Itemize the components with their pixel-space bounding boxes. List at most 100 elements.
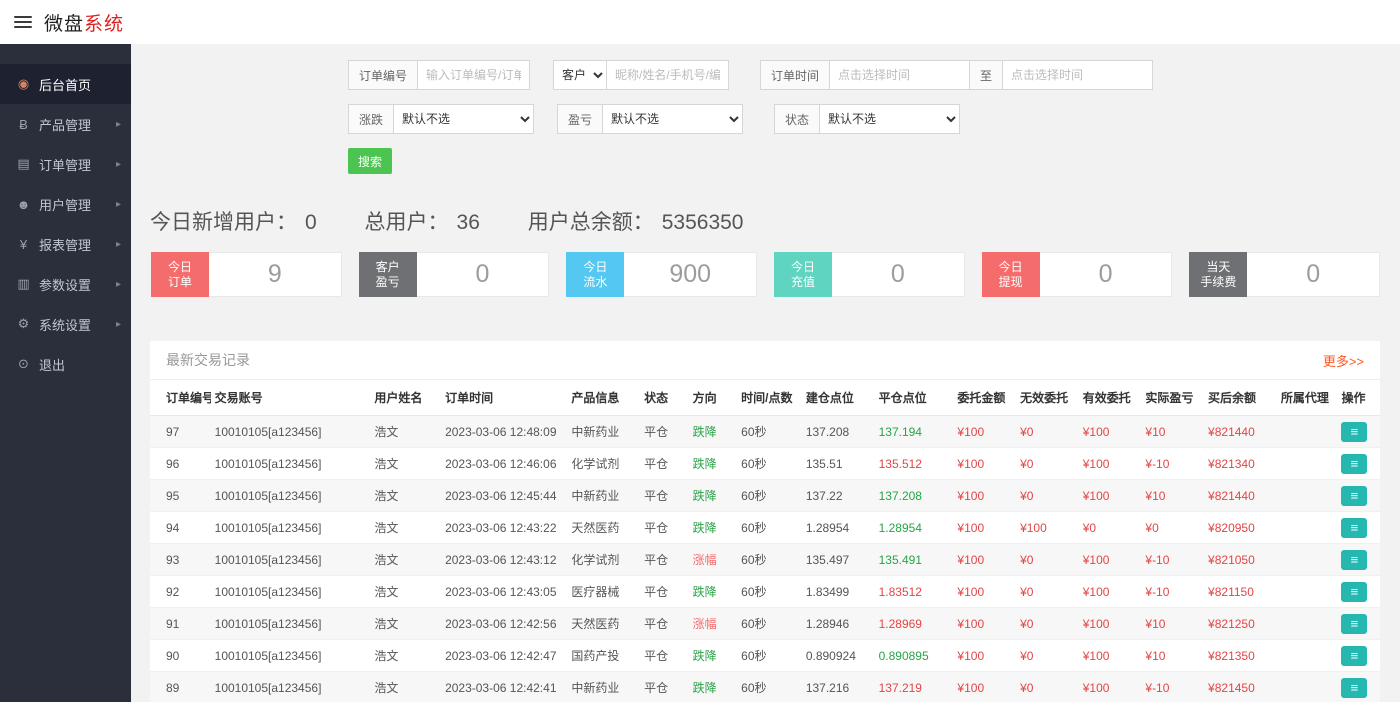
cell-valid-amount: ¥100 bbox=[1079, 608, 1142, 640]
cell-action: ≡ bbox=[1337, 448, 1380, 480]
sidebar-item-home[interactable]: ◉后台首页 bbox=[0, 64, 131, 104]
total-users-stat: 总用户：36 bbox=[365, 211, 480, 234]
cell-product: 医疗器械 bbox=[567, 576, 640, 608]
table-body: 9710010105[a123456]浩文2023-03-06 12:48:09… bbox=[150, 416, 1380, 702]
brand-text-red: 系统 bbox=[84, 14, 124, 35]
row-detail-button[interactable]: ≡ bbox=[1341, 422, 1367, 442]
cell-order-time: 2023-03-06 12:42:41 bbox=[441, 672, 567, 702]
cell-profit: ¥10 bbox=[1141, 480, 1204, 512]
row-detail-button[interactable]: ≡ bbox=[1341, 582, 1367, 602]
cell-user-name: 浩文 bbox=[370, 544, 441, 576]
cell-status: 平仓 bbox=[640, 576, 689, 608]
customer-input[interactable] bbox=[607, 60, 729, 90]
order-no-input[interactable] bbox=[418, 60, 530, 90]
row-detail-button[interactable]: ≡ bbox=[1341, 614, 1367, 634]
sidebar: ◉后台首页Ƀ产品管理▸▤订单管理▸☻用户管理▸¥报表管理▸▥参数设置▸⚙系统设置… bbox=[0, 44, 131, 702]
cell-agent bbox=[1277, 480, 1338, 512]
new-users-label: 今日新增用户： bbox=[150, 211, 297, 234]
cell-close-price: 1.83512 bbox=[875, 576, 954, 608]
table-header-row: 订单编号交易账号用户姓名订单时间产品信息状态方向时间/点数建仓点位平仓点位委托金… bbox=[150, 380, 1380, 416]
search-button[interactable]: 搜索 bbox=[348, 148, 392, 174]
stat-card-label: 今日提现 bbox=[982, 252, 1040, 297]
cell-agent bbox=[1277, 544, 1338, 576]
cell-open-price: 135.51 bbox=[802, 448, 875, 480]
row-detail-button[interactable]: ≡ bbox=[1341, 486, 1367, 506]
order-time-filter: 订单时间 至 bbox=[760, 60, 1153, 90]
cell-open-price: 137.208 bbox=[802, 416, 875, 448]
cell-amount: ¥100 bbox=[953, 576, 1016, 608]
cell-direction: 跌降 bbox=[689, 416, 738, 448]
sidebar-item-label: 订单管理 bbox=[39, 155, 116, 174]
cell-valid-amount: ¥100 bbox=[1079, 480, 1142, 512]
new-users-value: 0 bbox=[305, 211, 317, 234]
cell-action: ≡ bbox=[1337, 512, 1380, 544]
cell-user-name: 浩文 bbox=[370, 640, 441, 672]
chevron-right-icon: ▸ bbox=[116, 199, 121, 210]
time-from-input[interactable] bbox=[830, 60, 970, 90]
cell-close-price: 135.491 bbox=[875, 544, 954, 576]
row-detail-button[interactable]: ≡ bbox=[1341, 550, 1367, 570]
cell-product: 天然医药 bbox=[567, 512, 640, 544]
cell-profit: ¥-10 bbox=[1141, 544, 1204, 576]
updown-select[interactable]: 默认不选 bbox=[394, 104, 534, 134]
cell-profit: ¥10 bbox=[1141, 608, 1204, 640]
row-detail-button[interactable]: ≡ bbox=[1341, 678, 1367, 698]
cell-invalid-amount: ¥0 bbox=[1016, 448, 1079, 480]
sidebar-item-product[interactable]: Ƀ产品管理▸ bbox=[0, 104, 131, 144]
sidebar-item-settings[interactable]: ⚙系统设置▸ bbox=[0, 304, 131, 344]
cell-account: 10010105[a123456] bbox=[211, 576, 371, 608]
cell-duration: 60秒 bbox=[737, 480, 802, 512]
sidebar-item-label: 参数设置 bbox=[39, 275, 116, 294]
customer-type-select[interactable]: 客户 bbox=[553, 60, 607, 90]
hamburger-menu-icon[interactable] bbox=[14, 16, 32, 28]
cell-valid-amount: ¥100 bbox=[1079, 448, 1142, 480]
cell-action: ≡ bbox=[1337, 544, 1380, 576]
cell-amount: ¥100 bbox=[953, 544, 1016, 576]
time-to-input[interactable] bbox=[1003, 60, 1153, 90]
sidebar-item-order[interactable]: ▤订单管理▸ bbox=[0, 144, 131, 184]
cell-user-name: 浩文 bbox=[370, 416, 441, 448]
sidebar-item-report[interactable]: ¥报表管理▸ bbox=[0, 224, 131, 264]
user-icon: ☻ bbox=[15, 197, 32, 212]
status-select[interactable]: 默认不选 bbox=[820, 104, 960, 134]
cell-open-price: 135.497 bbox=[802, 544, 875, 576]
cell-direction: 跌降 bbox=[689, 672, 738, 702]
cell-order-id: 89 bbox=[150, 672, 211, 702]
row-detail-button[interactable]: ≡ bbox=[1341, 518, 1367, 538]
cell-order-time: 2023-03-06 12:42:47 bbox=[441, 640, 567, 672]
cell-close-price: 137.219 bbox=[875, 672, 954, 702]
profit-select[interactable]: 默认不选 bbox=[603, 104, 743, 134]
cell-user-name: 浩文 bbox=[370, 448, 441, 480]
sidebar-item-logout[interactable]: ⊙退出 bbox=[0, 344, 131, 384]
stat-card-value: 0 bbox=[417, 252, 550, 297]
cell-order-id: 94 bbox=[150, 512, 211, 544]
profit-label: 盈亏 bbox=[557, 104, 603, 134]
cell-amount: ¥100 bbox=[953, 608, 1016, 640]
cell-invalid-amount: ¥0 bbox=[1016, 608, 1079, 640]
cell-status: 平仓 bbox=[640, 512, 689, 544]
row-detail-button[interactable]: ≡ bbox=[1341, 646, 1367, 666]
cell-product: 中新药业 bbox=[567, 672, 640, 702]
chevron-right-icon: ▸ bbox=[116, 279, 121, 290]
cell-account: 10010105[a123456] bbox=[211, 640, 371, 672]
topbar: 微盘系统 bbox=[0, 0, 1400, 44]
sidebar-item-user[interactable]: ☻用户管理▸ bbox=[0, 184, 131, 224]
stat-card-value: 0 bbox=[1247, 252, 1380, 297]
cell-invalid-amount: ¥100 bbox=[1016, 512, 1079, 544]
cell-open-price: 1.83499 bbox=[802, 576, 875, 608]
cell-profit: ¥-10 bbox=[1141, 448, 1204, 480]
cell-account: 10010105[a123456] bbox=[211, 672, 371, 702]
cell-action: ≡ bbox=[1337, 608, 1380, 640]
cell-user-name: 浩文 bbox=[370, 480, 441, 512]
cell-duration: 60秒 bbox=[737, 448, 802, 480]
cell-account: 10010105[a123456] bbox=[211, 480, 371, 512]
cell-order-id: 91 bbox=[150, 608, 211, 640]
cell-agent bbox=[1277, 448, 1338, 480]
more-link[interactable]: 更多>> bbox=[1323, 351, 1364, 370]
sidebar-item-params[interactable]: ▥参数设置▸ bbox=[0, 264, 131, 304]
cell-status: 平仓 bbox=[640, 416, 689, 448]
trades-panel-header: 最新交易记录 更多>> bbox=[150, 341, 1380, 380]
table-row: 9110010105[a123456]浩文2023-03-06 12:42:56… bbox=[150, 608, 1380, 640]
cell-profit: ¥-10 bbox=[1141, 672, 1204, 702]
row-detail-button[interactable]: ≡ bbox=[1341, 454, 1367, 474]
